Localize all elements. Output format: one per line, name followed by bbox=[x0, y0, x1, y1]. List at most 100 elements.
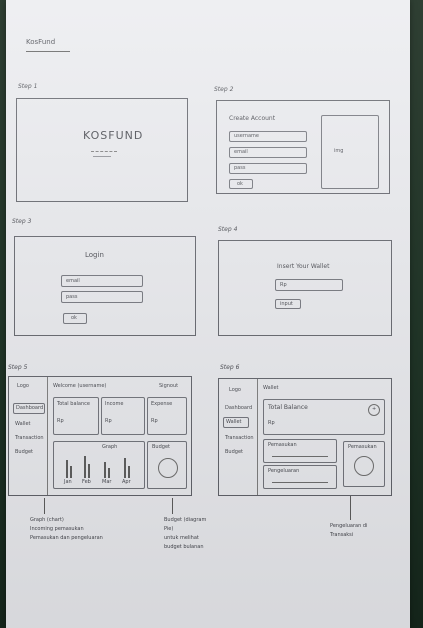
income-card: Income Rp bbox=[101, 397, 145, 435]
budget-note-line: Pie) bbox=[164, 526, 174, 532]
wallet-amount-placeholder: Rp bbox=[280, 282, 287, 288]
username-field[interactable]: username bbox=[229, 131, 307, 142]
nav-transaction[interactable]: Transaction bbox=[225, 435, 254, 441]
dashboard-logo: Logo bbox=[17, 383, 29, 389]
login-ok-button[interactable]: ok bbox=[63, 313, 87, 324]
wallet-page-logo: Logo bbox=[229, 387, 241, 393]
nav-wallet[interactable]: Wallet bbox=[15, 421, 31, 427]
budget-note-line: Budget (diagram bbox=[164, 517, 207, 523]
step-5-frame: Logo Welcome (username) Signout Dashboar… bbox=[8, 376, 192, 496]
transaction-note: Pengeluaran di Transaksi bbox=[330, 522, 367, 540]
nav-dashboard-active[interactable]: Dashboard bbox=[13, 403, 45, 414]
step-1-label: Step 1 bbox=[18, 83, 38, 90]
expense-value: Rp bbox=[151, 418, 158, 424]
ok-label: ok bbox=[237, 181, 243, 187]
paper-sheet: KosFund Step 1 KOSFUND Step 2 Create Acc… bbox=[6, 0, 410, 628]
month-label: Jan bbox=[64, 479, 72, 485]
username-placeholder: username bbox=[234, 133, 259, 139]
budget-pie-chart bbox=[158, 458, 178, 478]
logo-underline bbox=[93, 156, 111, 157]
step-6-label: Step 6 bbox=[220, 364, 240, 371]
password-placeholder: pass bbox=[234, 165, 246, 171]
expense-card: Expense Rp bbox=[147, 397, 187, 435]
title-underline bbox=[26, 49, 70, 52]
budget-note-line: budget bulanan bbox=[164, 544, 204, 550]
step-1-frame: KOSFUND bbox=[16, 98, 188, 202]
nav-dashboard[interactable]: Dashboard bbox=[225, 405, 252, 411]
nav-wallet-active[interactable]: Wallet bbox=[223, 417, 249, 428]
total-balance-value: Rp bbox=[57, 418, 64, 424]
graph-label: Graph bbox=[102, 444, 118, 450]
nav-budget[interactable]: Budget bbox=[225, 449, 243, 455]
sidebar-divider bbox=[257, 379, 258, 495]
plus-icon: + bbox=[372, 406, 377, 412]
graph-bar bbox=[108, 468, 110, 478]
budget-label: Budget bbox=[152, 444, 170, 450]
graph-note-line: Graph (chart) bbox=[30, 517, 64, 523]
logo-squiggle bbox=[91, 147, 117, 152]
graph-note: Graph (chart) Incoming pemasukan Pemasuk… bbox=[30, 516, 103, 543]
graph-bar bbox=[84, 456, 86, 478]
income-row-label: Pemasukan bbox=[268, 442, 297, 448]
expense-row-label: Pengeluaran bbox=[268, 468, 300, 474]
budget-note-line: untuk melihat bbox=[164, 535, 199, 541]
email-field[interactable]: email bbox=[229, 147, 307, 158]
month-label: Apr bbox=[122, 479, 131, 485]
email-placeholder: email bbox=[234, 149, 248, 155]
nav-dashboard-label: Dashboard bbox=[16, 405, 44, 411]
login-password-field[interactable]: pass bbox=[61, 291, 143, 303]
login-heading: Login bbox=[85, 251, 104, 259]
total-balance-card: Total balance Rp bbox=[53, 397, 99, 435]
arrow-to-graph-note bbox=[44, 498, 45, 514]
arrow-to-budget-note bbox=[172, 498, 173, 514]
signout-link[interactable]: Signout bbox=[159, 383, 178, 389]
graph-bar bbox=[104, 462, 106, 478]
income-row: Pemasukan bbox=[263, 439, 337, 463]
budget-panel: Budget bbox=[147, 441, 187, 489]
graph-bar bbox=[128, 466, 130, 478]
wallet-input-button[interactable]: input bbox=[275, 299, 301, 309]
arrow-to-transaction-note bbox=[350, 496, 351, 520]
graph-bar bbox=[88, 464, 90, 478]
nav-budget[interactable]: Budget bbox=[15, 449, 33, 455]
insert-wallet-heading: Insert Your Wallet bbox=[277, 263, 330, 270]
step-5-label: Step 5 bbox=[8, 364, 28, 371]
step-6-frame: Logo Wallet Dashboard Wallet Transaction… bbox=[218, 378, 392, 496]
kosfund-logo: KOSFUND bbox=[83, 129, 144, 142]
wallet-pie-chart bbox=[354, 456, 374, 476]
transaction-note-line: Pengeluaran di bbox=[330, 523, 368, 529]
total-balance-title: Total balance bbox=[57, 401, 90, 407]
step-4-label: Step 4 bbox=[218, 226, 238, 233]
step-2-label: Step 2 bbox=[214, 86, 234, 93]
total-balance-value: Rp bbox=[268, 420, 275, 426]
create-account-ok-button[interactable]: ok bbox=[229, 179, 253, 189]
income-value: Rp bbox=[105, 418, 112, 424]
step-4-frame: Insert Your Wallet Rp input bbox=[218, 240, 392, 336]
wallet-page-heading: Wallet bbox=[263, 385, 279, 391]
wallet-pie-label: Pemasukan bbox=[348, 444, 377, 450]
graph-panel: Graph Jan Feb Mar Apr bbox=[53, 441, 145, 489]
nav-wallet-label: Wallet bbox=[226, 419, 242, 425]
step-2-frame: Create Account username email pass ok im… bbox=[216, 100, 390, 194]
income-sparkline bbox=[272, 450, 328, 457]
create-account-heading: Create Account bbox=[229, 115, 276, 122]
password-field[interactable]: pass bbox=[229, 163, 307, 174]
dashboard-welcome: Welcome (username) bbox=[53, 383, 107, 389]
nav-transaction[interactable]: Transaction bbox=[15, 435, 44, 441]
transaction-note-line: Transaksi bbox=[330, 532, 354, 538]
image-placeholder: img bbox=[321, 115, 379, 189]
expense-sparkline bbox=[272, 476, 328, 483]
month-label: Mar bbox=[102, 479, 112, 485]
total-balance-title: Total Balance bbox=[268, 404, 308, 411]
page-title: KosFund bbox=[26, 38, 56, 46]
month-label: Feb bbox=[82, 479, 91, 485]
login-email-field[interactable]: email bbox=[61, 275, 143, 287]
login-ok-label: ok bbox=[71, 315, 77, 321]
login-email-placeholder: email bbox=[66, 278, 80, 284]
add-wallet-button[interactable]: + bbox=[368, 404, 380, 416]
sidebar-divider bbox=[47, 377, 48, 495]
expense-title: Expense bbox=[151, 401, 173, 407]
wallet-amount-field[interactable]: Rp bbox=[275, 279, 343, 291]
graph-bar bbox=[124, 458, 126, 478]
graph-bar bbox=[70, 466, 72, 478]
